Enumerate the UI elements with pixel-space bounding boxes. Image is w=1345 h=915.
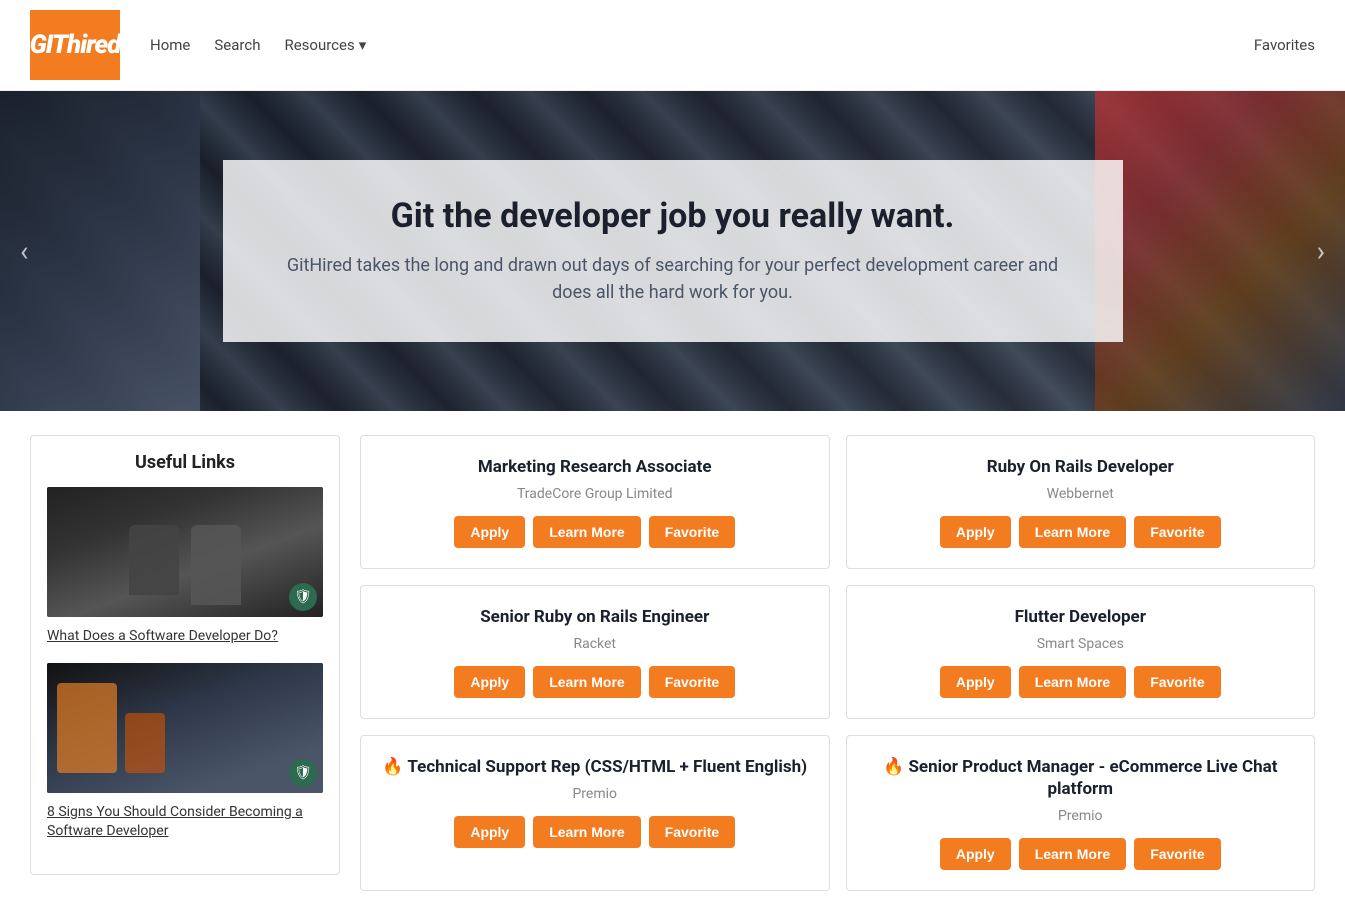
logo-text: GIThired <box>30 30 121 60</box>
job-actions-5: ApplyLearn More Favorite <box>454 816 735 848</box>
job-company-1: TradeCore Group Limited <box>517 486 673 502</box>
job-title-2: Ruby On Rails Developer <box>987 456 1174 478</box>
job-title-1: Marketing Research Associate <box>478 456 712 478</box>
nav-search[interactable]: Search <box>214 36 260 54</box>
nav-resources[interactable]: Resources ▾ <box>284 36 366 54</box>
sidebar-title: Useful Links <box>47 452 323 473</box>
hot-icon-6: 🔥 <box>883 757 904 777</box>
job-title-6: 🔥 Senior Product Manager - eCommerce Liv… <box>863 756 1299 800</box>
apply-button-1[interactable]: Apply <box>454 516 525 548</box>
job-card-3: Senior Ruby on Rails Engineer Racket Apply… <box>360 585 830 719</box>
job-actions-6: ApplyLearn MoreFavorite <box>940 838 1221 870</box>
logo[interactable]: GIThired <box>30 10 120 80</box>
sidebar-image-2: 🛡 <box>47 663 323 793</box>
sidebar-img-overlay-1 <box>47 487 323 617</box>
favorite-button-6[interactable]: Favorite <box>1134 838 1220 870</box>
hero-subtitle: GitHired takes the long and drawn out da… <box>283 252 1063 306</box>
apply-button-3[interactable]: Apply <box>454 666 525 698</box>
job-company-5: Premio <box>572 786 617 802</box>
job-card-6: 🔥 Senior Product Manager - eCommerce Liv… <box>846 735 1316 891</box>
apply-button-2[interactable]: Apply <box>940 516 1011 548</box>
sidebar: Useful Links 🛡 What Does a Software Deve… <box>30 435 340 891</box>
job-company-2: Webbernet <box>1047 486 1114 502</box>
job-title-5: 🔥 Technical Support Rep (CSS/HTML + Flue… <box>382 756 807 778</box>
apply-button-4[interactable]: Apply <box>940 666 1011 698</box>
sidebar-link-2[interactable]: 8 Signs You Should Consider Becoming a S… <box>47 803 323 842</box>
job-card-4: Flutter Developer Smart Spaces ApplyLearn … <box>846 585 1316 719</box>
job-actions-1: ApplyLearn More Favorite <box>454 516 735 548</box>
job-actions-4: ApplyLearn MoreFavorite <box>940 666 1221 698</box>
favorite-button-4[interactable]: Favorite <box>1134 666 1220 698</box>
favorite-button-1[interactable]: Favorite <box>649 516 735 548</box>
nav-home[interactable]: Home <box>150 36 190 54</box>
learn-more-button-6[interactable]: Learn More <box>1019 838 1126 870</box>
sidebar-img-overlay-2 <box>47 663 323 793</box>
hero-prev-arrow[interactable]: ‹ <box>10 225 38 278</box>
nav-favorites[interactable]: Favorites <box>1254 36 1315 54</box>
job-actions-2: ApplyLearn MoreFavorite <box>940 516 1221 548</box>
hot-icon-5: 🔥 <box>382 757 403 777</box>
job-company-6: Premio <box>1058 808 1103 824</box>
navbar: GIThired Home Search Resources ▾ Favorit… <box>0 0 1345 91</box>
hero-next-arrow[interactable]: › <box>1307 225 1335 278</box>
nav-links: Home Search Resources ▾ <box>150 36 1254 54</box>
job-company-3: Racket <box>573 636 616 652</box>
job-title-4: Flutter Developer <box>1015 606 1146 628</box>
hero-title: Git the developer job you really want. <box>283 196 1063 236</box>
job-card-1: Marketing Research Associate TradeCore Gr… <box>360 435 830 569</box>
learn-more-button-1[interactable]: Learn More <box>533 516 640 548</box>
job-actions-3: ApplyLearn More Favorite <box>454 666 735 698</box>
main-content: Useful Links 🛡 What Does a Software Deve… <box>0 411 1345 915</box>
sidebar-image-1: 🛡 <box>47 487 323 617</box>
job-card-5: 🔥 Technical Support Rep (CSS/HTML + Flue… <box>360 735 830 891</box>
apply-button-5[interactable]: Apply <box>454 816 525 848</box>
favorite-button-2[interactable]: Favorite <box>1134 516 1220 548</box>
job-company-4: Smart Spaces <box>1037 636 1124 652</box>
job-title-3: Senior Ruby on Rails Engineer <box>480 606 709 628</box>
jobs-grid: Marketing Research Associate TradeCore Gr… <box>360 435 1315 891</box>
hero-overlay: Git the developer job you really want. G… <box>223 160 1123 342</box>
sidebar-badge-1: 🛡 <box>289 583 317 611</box>
favorite-button-3[interactable]: Favorite <box>649 666 735 698</box>
sidebar-badge-2: 🛡 <box>289 759 317 787</box>
learn-more-button-3[interactable]: Learn More <box>533 666 640 698</box>
learn-more-button-5[interactable]: Learn More <box>533 816 640 848</box>
chevron-down-icon: ▾ <box>359 36 367 54</box>
sidebar-card: Useful Links 🛡 What Does a Software Deve… <box>30 435 340 875</box>
hero-section: ‹ Git the developer job you really want.… <box>0 91 1345 411</box>
job-card-2: Ruby On Rails Developer Webbernet ApplyLea… <box>846 435 1316 569</box>
learn-more-button-4[interactable]: Learn More <box>1019 666 1126 698</box>
sidebar-link-1[interactable]: What Does a Software Developer Do? <box>47 627 323 647</box>
learn-more-button-2[interactable]: Learn More <box>1019 516 1126 548</box>
apply-button-6[interactable]: Apply <box>940 838 1011 870</box>
favorite-button-5[interactable]: Favorite <box>649 816 735 848</box>
